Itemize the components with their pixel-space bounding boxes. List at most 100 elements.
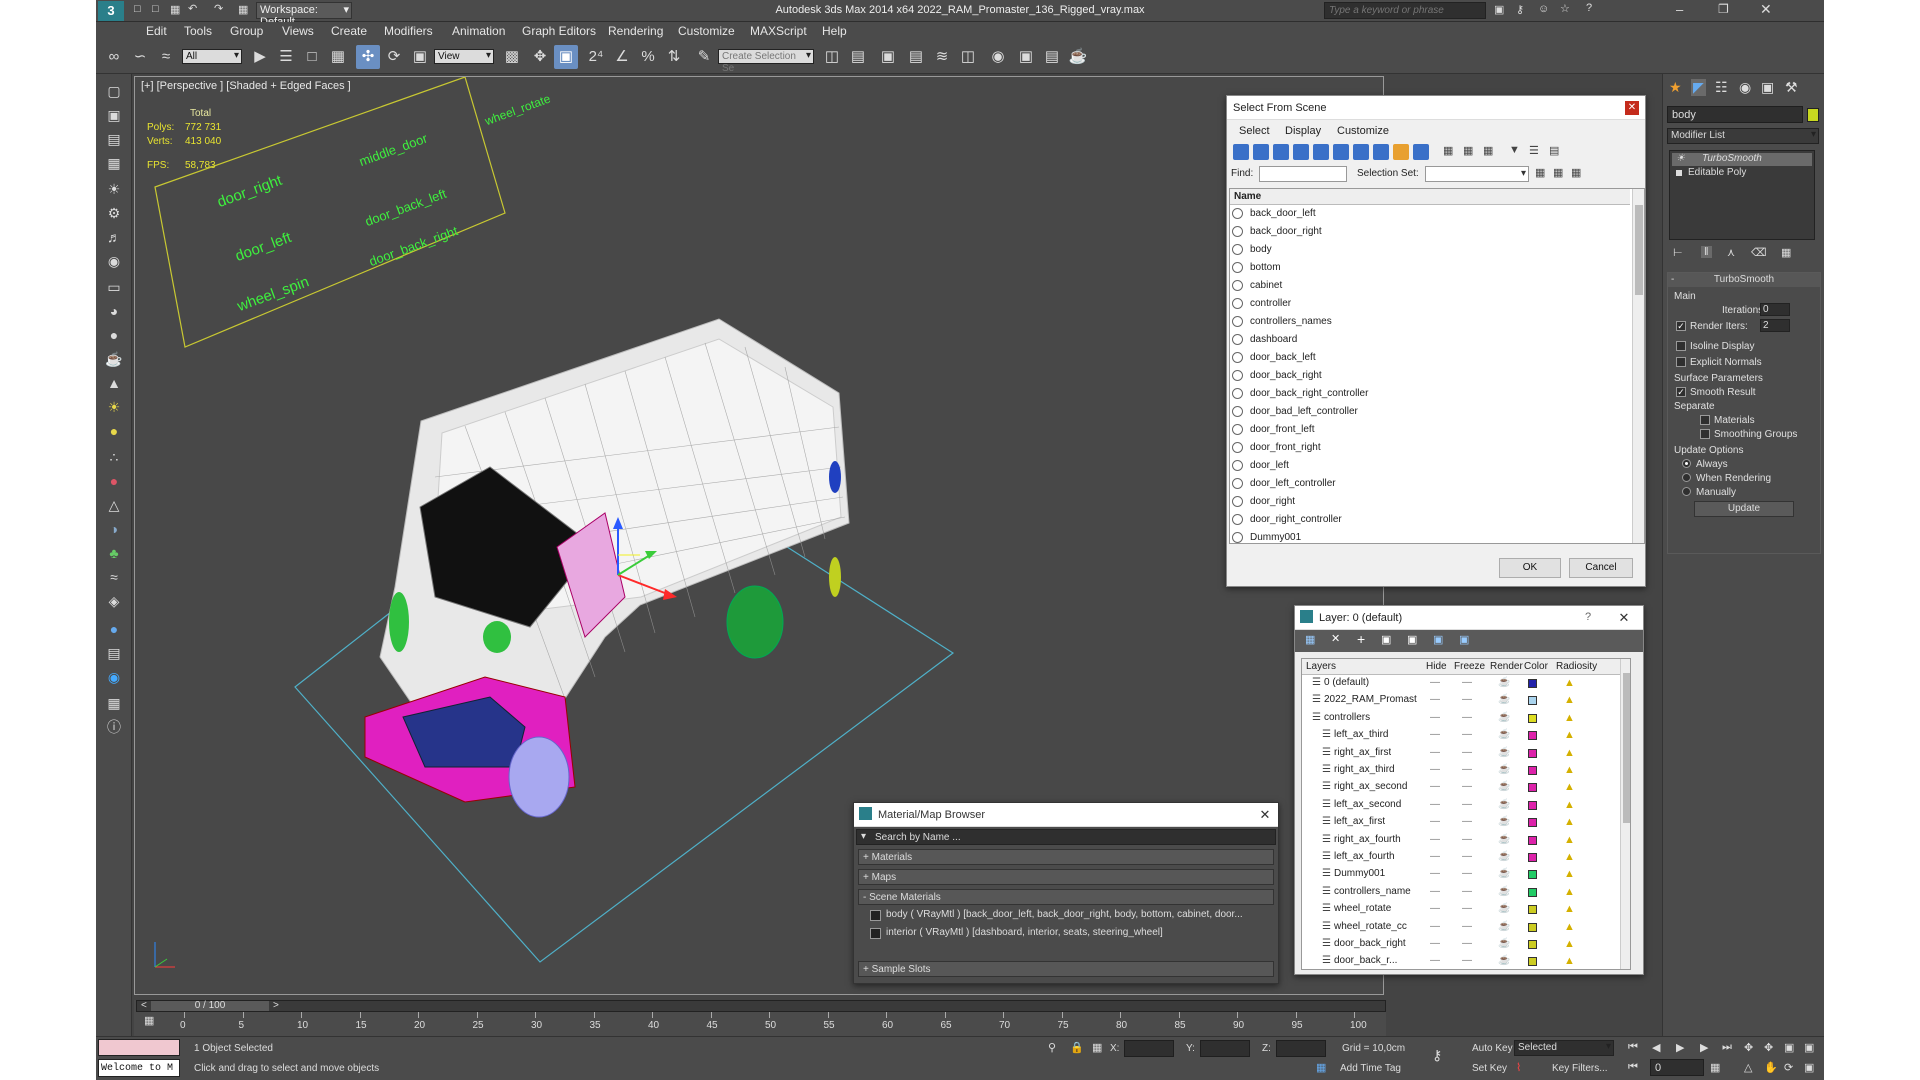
menu-edit[interactable]: Edit bbox=[146, 24, 167, 38]
col-hide[interactable]: Hide bbox=[1426, 661, 1447, 672]
object-list-item[interactable]: door_back_right bbox=[1230, 367, 1630, 385]
hierarchy-icon[interactable]: ☰ bbox=[1529, 144, 1539, 157]
hide-toggle[interactable]: — bbox=[1430, 834, 1440, 845]
display-none-icon[interactable]: ▦ bbox=[1443, 144, 1453, 157]
layer-color-swatch[interactable] bbox=[1528, 887, 1537, 897]
cloth-icon[interactable]: ◈ bbox=[102, 590, 126, 612]
menu-graph-editors[interactable]: Graph Editors bbox=[522, 24, 596, 38]
particles-icon[interactable]: ∴ bbox=[102, 446, 126, 468]
hide-toggle[interactable]: — bbox=[1430, 747, 1440, 758]
hide-all-icon[interactable]: ▣ bbox=[1433, 633, 1443, 646]
select-menu-customize[interactable]: Customize bbox=[1337, 125, 1389, 137]
display-all-icon[interactable]: ▦ bbox=[1463, 144, 1473, 157]
render-teapot-icon[interactable]: ☕ bbox=[1498, 903, 1510, 914]
render-setup-icon[interactable]: ▣ bbox=[1014, 45, 1038, 69]
dynamics-icon[interactable]: ● bbox=[102, 470, 126, 492]
pan-icon[interactable]: ✋ bbox=[1764, 1061, 1778, 1074]
filter-geometry-icon[interactable] bbox=[1233, 144, 1249, 160]
filter-all-icon[interactable] bbox=[1413, 144, 1429, 160]
render-icon[interactable]: ☕ bbox=[1066, 45, 1090, 69]
scene-material-interior[interactable]: interior ( VRayMtl ) [dashboard, interio… bbox=[868, 925, 1268, 942]
select-rotate-icon[interactable]: ⟳ bbox=[382, 45, 406, 69]
delete-layer-icon[interactable]: ✕ bbox=[1331, 632, 1340, 645]
layer-name[interactable]: right_ax_first bbox=[1334, 747, 1391, 758]
always-radio[interactable] bbox=[1682, 459, 1691, 468]
hide-toggle[interactable]: — bbox=[1430, 851, 1440, 862]
layer-name[interactable]: door_back_r... bbox=[1334, 955, 1397, 966]
create-tool-icon-2[interactable]: ▣ bbox=[102, 104, 126, 126]
close-icon[interactable]: ✕ bbox=[1625, 101, 1639, 115]
layer-row[interactable]: ☰ right_ax_second — — ☕ ▲ bbox=[1302, 779, 1616, 796]
dome-icon[interactable]: ◕ bbox=[102, 300, 126, 322]
stack-turbosmooth[interactable]: ☀ TurboSmooth bbox=[1672, 153, 1812, 166]
object-list-item[interactable]: controller bbox=[1230, 295, 1630, 313]
scroll-thumb[interactable] bbox=[1635, 205, 1643, 295]
selection-set-dropdown[interactable]: ▾ bbox=[1425, 166, 1529, 182]
radiosity-icon[interactable]: ▲ bbox=[1564, 903, 1575, 915]
absolute-mode-icon[interactable]: ▦ bbox=[1092, 1041, 1102, 1054]
object-list-item[interactable]: door_back_right_controller bbox=[1230, 385, 1630, 403]
radiosity-icon[interactable]: ▲ bbox=[1564, 781, 1575, 793]
col-color[interactable]: Color bbox=[1524, 661, 1548, 672]
turbosmooth-rollout-header[interactable]: - TurboSmooth bbox=[1668, 273, 1820, 287]
name-column-header[interactable]: Name bbox=[1230, 189, 1630, 205]
radiosity-icon[interactable]: ▲ bbox=[1564, 729, 1575, 741]
next-frame-icon[interactable]: > bbox=[273, 1000, 279, 1011]
welcome-field[interactable]: Welcome to M bbox=[98, 1059, 180, 1077]
select-scale-icon[interactable]: ▣ bbox=[408, 45, 432, 69]
group-scene-materials[interactable]: - Scene Materials bbox=[858, 889, 1274, 905]
van-wireframe[interactable] bbox=[364, 318, 850, 818]
auto-key-button[interactable]: Auto Key bbox=[1472, 1043, 1513, 1054]
layer-manager-icon[interactable]: ▣ bbox=[876, 45, 900, 69]
material-editor-icon[interactable]: ◉ bbox=[986, 45, 1010, 69]
zoom-icon[interactable]: ✥ bbox=[1744, 1041, 1753, 1054]
select-move-icon[interactable]: ✣ bbox=[356, 45, 380, 69]
filter-helpers-icon[interactable] bbox=[1313, 144, 1329, 160]
material-browser-titlebar[interactable]: Material/Map Browser bbox=[854, 803, 1278, 827]
layer-row[interactable]: ☰ controllers_name — — ☕ ▲ bbox=[1302, 884, 1616, 901]
layer-row[interactable]: ☰ door_back_right — — ☕ ▲ bbox=[1302, 936, 1616, 953]
radiosity-icon[interactable]: ▲ bbox=[1564, 712, 1575, 724]
freeze-toggle[interactable]: — bbox=[1462, 677, 1472, 688]
current-frame-field[interactable]: 0 bbox=[1650, 1059, 1704, 1076]
separate-materials-checkbox[interactable] bbox=[1700, 415, 1710, 425]
group-sample-slots[interactable]: + Sample Slots bbox=[858, 961, 1274, 977]
layer-row[interactable]: ☰ right_ax_third — — ☕ ▲ bbox=[1302, 762, 1616, 779]
save-icon[interactable]: ▦ bbox=[170, 3, 180, 16]
render-teapot-icon[interactable]: ☕ bbox=[1498, 851, 1510, 862]
filter-shapes-icon[interactable] bbox=[1253, 144, 1269, 160]
hide-toggle[interactable]: — bbox=[1430, 729, 1440, 740]
render-teapot-icon[interactable]: ☕ bbox=[1498, 921, 1510, 932]
hide-toggle[interactable]: — bbox=[1430, 677, 1440, 688]
favorites-icon[interactable]: ☆ bbox=[1560, 2, 1570, 15]
utilities-tab-icon[interactable]: ⚒ bbox=[1785, 79, 1798, 96]
helper-icon[interactable]: ⚙ bbox=[102, 202, 126, 224]
filter-lights-icon[interactable] bbox=[1273, 144, 1289, 160]
key-mode-dropdown[interactable]: Selected bbox=[1514, 1040, 1614, 1056]
hide-toggle[interactable]: — bbox=[1430, 694, 1440, 705]
layer-row[interactable]: ☰ left_ax_first — — ☕ ▲ bbox=[1302, 814, 1616, 831]
layer-name[interactable]: Dummy001 bbox=[1334, 868, 1385, 879]
select-in-layer-icon[interactable]: ▣ bbox=[1381, 633, 1391, 646]
hide-toggle[interactable]: — bbox=[1430, 938, 1440, 949]
filter-xrefs-icon[interactable] bbox=[1373, 144, 1389, 160]
group-materials[interactable]: + Materials bbox=[858, 849, 1274, 865]
freeze-toggle[interactable]: — bbox=[1462, 694, 1472, 705]
layer-color-swatch[interactable] bbox=[1528, 783, 1537, 793]
layer-row[interactable]: ☰ Dummy001 — — ☕ ▲ bbox=[1302, 866, 1616, 883]
curve-editor-icon[interactable]: ≋ bbox=[930, 45, 954, 69]
hide-toggle[interactable]: — bbox=[1430, 886, 1440, 897]
update-button[interactable]: Update bbox=[1694, 501, 1794, 517]
filter-cameras-icon[interactable] bbox=[1293, 144, 1309, 160]
filter-groups-icon[interactable] bbox=[1353, 144, 1369, 160]
search-field[interactable] bbox=[1325, 3, 1475, 18]
render-teapot-icon[interactable]: ☕ bbox=[1498, 868, 1510, 879]
layer-color-swatch[interactable] bbox=[1528, 957, 1537, 967]
frame-buffer-icon[interactable]: ▦ bbox=[102, 692, 126, 714]
rendered-frame-icon[interactable]: ▤ bbox=[1040, 45, 1064, 69]
layer-row[interactable]: ☰ left_ax_fourth — — ☕ ▲ bbox=[1302, 849, 1616, 866]
layer-name[interactable]: right_ax_second bbox=[1334, 781, 1407, 792]
render-teapot-icon[interactable]: ☕ bbox=[1498, 816, 1510, 827]
columns-icon[interactable]: ▤ bbox=[1549, 144, 1559, 157]
render-teapot-icon[interactable]: ☕ bbox=[1498, 712, 1510, 723]
